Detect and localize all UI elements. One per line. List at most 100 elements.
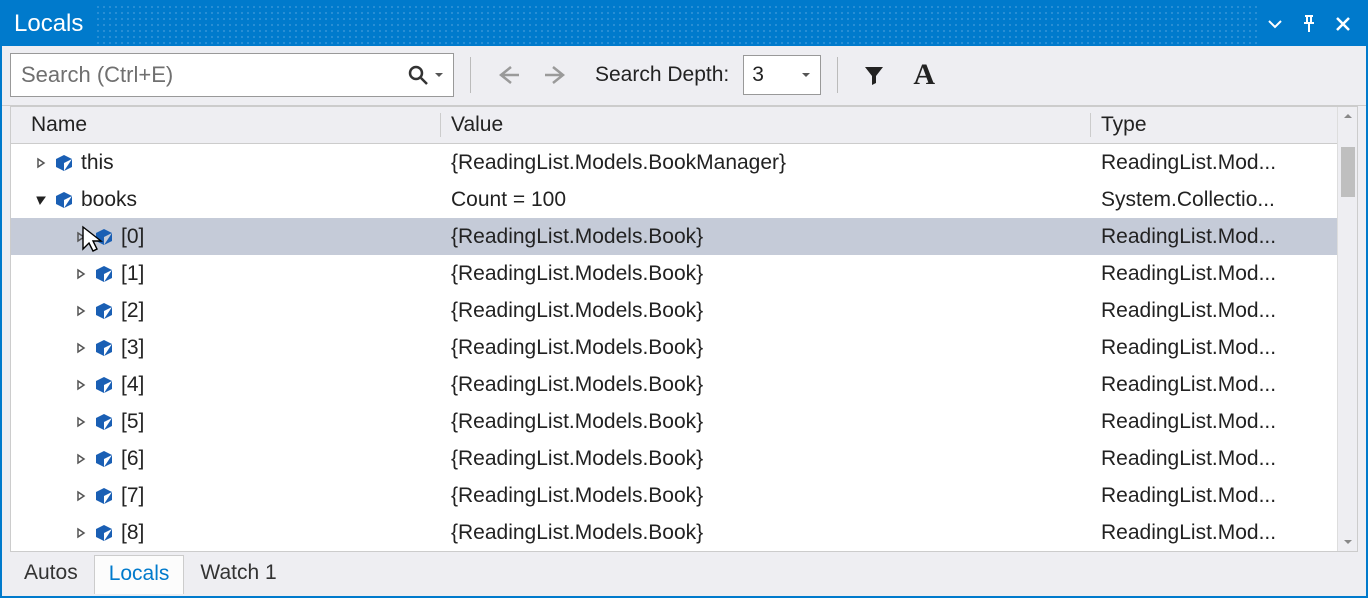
variable-value[interactable]: {ReadingList.Models.BookManager} [441, 151, 1091, 175]
table-row[interactable]: [1]{ReadingList.Models.Book}ReadingList.… [11, 255, 1357, 292]
variable-value[interactable]: {ReadingList.Models.Book} [441, 262, 1091, 286]
variable-type: ReadingList.Mod... [1091, 484, 1357, 508]
table-row[interactable]: [0] {ReadingList.Models.Book}ReadingList.… [11, 218, 1357, 255]
variable-value[interactable]: {ReadingList.Models.Book} [441, 373, 1091, 397]
search-input[interactable] [19, 61, 407, 89]
object-icon [51, 190, 77, 210]
search-dropdown-icon[interactable] [433, 69, 445, 81]
titlebar: Locals [2, 2, 1366, 46]
expand-toggle-icon[interactable] [71, 379, 91, 391]
object-icon [91, 301, 117, 321]
variable-value[interactable]: {ReadingList.Models.Book} [441, 484, 1091, 508]
filter-icon[interactable] [854, 55, 894, 95]
object-icon [91, 412, 117, 432]
object-icon [91, 338, 117, 358]
tab-locals[interactable]: Locals [94, 555, 185, 594]
search-box[interactable] [10, 53, 454, 97]
variable-value[interactable]: {ReadingList.Models.Book} [441, 447, 1091, 471]
expand-toggle-icon[interactable] [71, 490, 91, 502]
grid-body: this{ReadingList.Models.BookManager}Read… [11, 144, 1357, 551]
tab-watch-1[interactable]: Watch 1 [186, 555, 290, 593]
column-header-name[interactable]: Name [11, 113, 441, 137]
scroll-down-icon[interactable] [1338, 535, 1357, 549]
variable-type: ReadingList.Mod... [1091, 262, 1357, 286]
nav-back-button[interactable] [487, 55, 527, 95]
scrollbar-thumb[interactable] [1341, 147, 1355, 197]
expand-toggle-icon[interactable] [31, 157, 51, 169]
chevron-down-icon [800, 63, 812, 87]
variable-name: [6] [117, 447, 144, 471]
object-icon [91, 523, 117, 543]
close-icon[interactable] [1326, 15, 1360, 33]
variable-name: [5] [117, 410, 144, 434]
table-row[interactable]: [3] {ReadingList.Models.Book}ReadingList.… [11, 329, 1357, 366]
table-row[interactable]: [7] {ReadingList.Models.Book}ReadingList.… [11, 477, 1357, 514]
object-icon [91, 486, 117, 506]
variable-name: [8] [117, 521, 144, 545]
variable-type: ReadingList.Mod... [1091, 373, 1357, 397]
scroll-up-icon[interactable] [1338, 109, 1357, 123]
search-icon[interactable] [407, 64, 429, 86]
separator [837, 57, 838, 93]
titlebar-grip[interactable] [95, 2, 1258, 46]
variable-type: ReadingList.Mod... [1091, 299, 1357, 323]
expand-toggle-icon[interactable] [31, 194, 51, 206]
pin-icon[interactable] [1292, 14, 1326, 34]
window-options-icon[interactable] [1258, 15, 1292, 33]
tool-window-tabs: AutosLocalsWatch 1 [2, 552, 1366, 596]
table-row[interactable]: [4] {ReadingList.Models.Book}ReadingList.… [11, 366, 1357, 403]
variable-value[interactable]: Count = 100 [441, 188, 1091, 212]
variable-type: ReadingList.Mod... [1091, 336, 1357, 360]
object-icon [91, 449, 117, 469]
object-icon [51, 153, 77, 173]
table-row[interactable]: books Count = 100System.Collectio... [11, 181, 1357, 218]
expand-toggle-icon[interactable] [71, 342, 91, 354]
object-icon [91, 375, 117, 395]
table-row[interactable]: [5] {ReadingList.Models.Book}ReadingList.… [11, 403, 1357, 440]
variables-grid: Name Value Type this {ReadingList.Models.… [10, 106, 1358, 553]
variable-type: ReadingList.Mod... [1091, 151, 1357, 175]
vertical-scrollbar[interactable] [1337, 107, 1357, 552]
variable-name: books [77, 188, 137, 212]
column-header-type[interactable]: Type [1091, 113, 1357, 137]
variable-type: System.Collectio... [1091, 188, 1357, 212]
grid-header: Name Value Type [11, 107, 1357, 145]
variable-name: [2] [117, 299, 144, 323]
variable-name: [7] [117, 484, 144, 508]
search-depth-label: Search Depth: [587, 63, 733, 87]
table-row[interactable]: [8] {ReadingList.Models.Book}ReadingList.… [11, 514, 1357, 551]
variable-name: [3] [117, 336, 144, 360]
variable-value[interactable]: {ReadingList.Models.Book} [441, 410, 1091, 434]
column-header-value[interactable]: Value [441, 113, 1091, 137]
nav-forward-button[interactable] [537, 55, 577, 95]
variable-value[interactable]: {ReadingList.Models.Book} [441, 336, 1091, 360]
table-row[interactable]: [6] {ReadingList.Models.Book}ReadingList.… [11, 440, 1357, 477]
expand-toggle-icon[interactable] [71, 305, 91, 317]
variable-value[interactable]: {ReadingList.Models.Book} [441, 299, 1091, 323]
search-depth-value: 3 [752, 63, 764, 87]
tab-autos[interactable]: Autos [10, 555, 92, 593]
expand-toggle-icon[interactable] [71, 527, 91, 539]
variable-name: this [77, 151, 114, 175]
window-title: Locals [14, 10, 83, 38]
expand-toggle-icon[interactable] [71, 231, 91, 243]
variable-type: ReadingList.Mod... [1091, 447, 1357, 471]
expand-toggle-icon[interactable] [71, 453, 91, 465]
variable-name: [0] [117, 225, 144, 249]
search-depth-dropdown[interactable]: 3 [743, 55, 821, 95]
object-icon [91, 227, 117, 247]
variable-type: ReadingList.Mod... [1091, 410, 1357, 434]
variable-name: [4] [117, 373, 144, 397]
expand-toggle-icon[interactable] [71, 416, 91, 428]
variable-type: ReadingList.Mod... [1091, 521, 1357, 545]
table-row[interactable]: [2] {ReadingList.Models.Book}ReadingList.… [11, 292, 1357, 329]
variable-value[interactable]: {ReadingList.Models.Book} [441, 225, 1091, 249]
text-format-icon[interactable]: A [904, 55, 944, 95]
toolbar: Search Depth: 3 A [2, 46, 1366, 106]
table-row[interactable]: this {ReadingList.Models.BookManager}Read… [11, 144, 1357, 181]
expand-toggle-icon[interactable] [71, 268, 91, 280]
separator [470, 57, 471, 93]
variable-type: ReadingList.Mod... [1091, 225, 1357, 249]
object-icon [91, 264, 117, 284]
variable-value[interactable]: {ReadingList.Models.Book} [441, 521, 1091, 545]
